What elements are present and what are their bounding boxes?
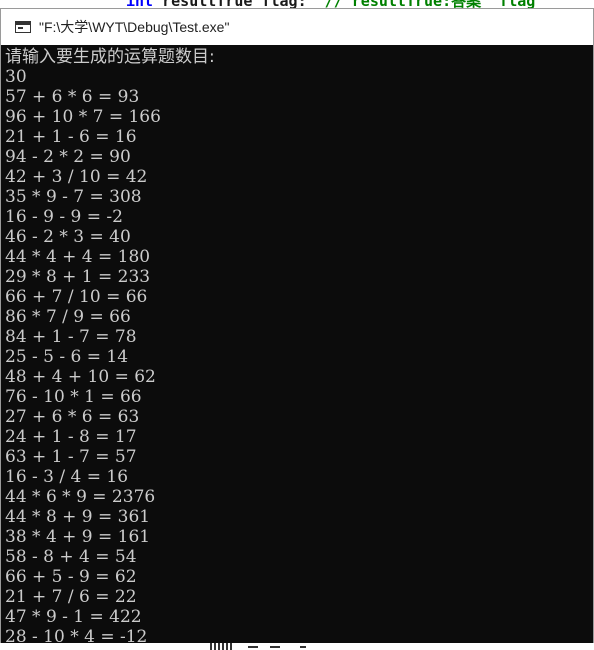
problem-line: 96 + 10 * 7 = 166 bbox=[5, 107, 161, 127]
background-editor-bottom bbox=[0, 643, 594, 650]
background-glyph bbox=[210, 643, 234, 650]
problem-line: 46 - 2 * 3 = 40 bbox=[5, 227, 131, 247]
problem-line: 25 - 5 - 6 = 14 bbox=[5, 347, 129, 367]
problem-line: 29 * 8 + 1 = 233 bbox=[5, 267, 151, 287]
problem-line: 24 + 1 - 8 = 17 bbox=[5, 427, 137, 447]
problem-line: 76 - 10 * 1 = 66 bbox=[5, 387, 142, 407]
problem-line: 16 - 9 - 9 = -2 bbox=[5, 207, 123, 227]
problem-line: 38 * 4 + 9 = 161 bbox=[5, 527, 151, 547]
window-title: "F:\大学\WYT\Debug\Test.exe" bbox=[39, 19, 230, 35]
problem-line: 42 + 3 / 10 = 42 bbox=[5, 167, 148, 187]
problem-line: 84 + 1 - 7 = 78 bbox=[5, 327, 137, 347]
problem-line: 47 * 9 - 1 = 422 bbox=[5, 607, 142, 627]
problem-line: 35 * 9 - 7 = 308 bbox=[5, 187, 142, 207]
problem-line: 48 + 4 + 10 = 62 bbox=[5, 367, 156, 387]
background-glyph bbox=[300, 646, 306, 648]
problem-line: 57 + 6 * 6 = 93 bbox=[5, 87, 140, 107]
console-window-icon bbox=[15, 21, 31, 33]
problem-line: 58 - 8 + 4 = 54 bbox=[5, 547, 137, 567]
console-input-value: 30 bbox=[5, 67, 27, 87]
problem-line: 21 + 7 / 6 = 22 bbox=[5, 587, 137, 607]
problem-line: 63 + 1 - 7 = 57 bbox=[5, 447, 137, 467]
console-window[interactable]: "F:\大学\WYT\Debug\Test.exe" 请输入要生成的运算题数目:… bbox=[0, 8, 594, 644]
problem-list: 57 + 6 * 6 = 93 96 + 10 * 7 = 166 21 + 1 -… bbox=[5, 87, 593, 643]
problem-line: 28 - 10 * 4 = -12 bbox=[5, 627, 148, 643]
problem-line: 44 * 6 * 9 = 2376 bbox=[5, 487, 156, 507]
problem-line: 86 * 7 / 9 = 66 bbox=[5, 307, 131, 327]
problem-line: 44 * 8 + 9 = 361 bbox=[5, 507, 151, 527]
problem-line: 94 - 2 * 2 = 90 bbox=[5, 147, 131, 167]
console-output[interactable]: 请输入要生成的运算题数目: 30 57 + 6 * 6 = 93 96 + 10 … bbox=[1, 45, 593, 643]
background-glyph bbox=[248, 646, 258, 648]
console-prompt: 请输入要生成的运算题数目: bbox=[5, 47, 215, 67]
problem-line: 66 + 7 / 10 = 66 bbox=[5, 287, 148, 307]
problem-line: 27 + 6 * 6 = 63 bbox=[5, 407, 140, 427]
title-bar[interactable]: "F:\大学\WYT\Debug\Test.exe" bbox=[1, 9, 593, 45]
problem-line: 21 + 1 - 6 = 16 bbox=[5, 127, 137, 147]
background-glyph bbox=[270, 646, 280, 648]
problem-line: 44 * 4 + 4 = 180 bbox=[5, 247, 151, 267]
problem-line: 16 - 3 / 4 = 16 bbox=[5, 467, 129, 487]
problem-line: 66 + 5 - 9 = 62 bbox=[5, 567, 137, 587]
